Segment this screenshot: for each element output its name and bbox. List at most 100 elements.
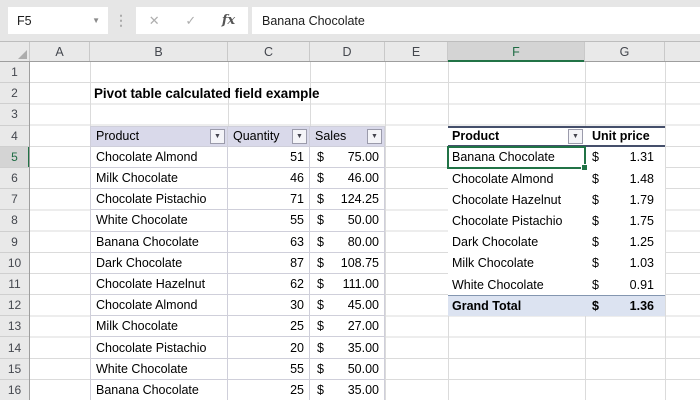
row-header-16[interactable]: 16 [0,380,29,400]
pivot-row: Chocolate Hazelnut $1.79 [448,189,665,211]
product-filter-button[interactable]: ▼ [210,128,225,144]
quantity-cell[interactable]: 55 [228,210,310,232]
row-header-8[interactable]: 8 [0,210,29,232]
product-cell[interactable]: White Chocolate [90,358,228,380]
sales-cell[interactable]: $50.00 [310,358,385,380]
selected-cell-outline[interactable] [447,146,588,171]
product-cell[interactable]: Chocolate Hazelnut [90,273,228,296]
quantity-cell[interactable]: 30 [228,295,310,317]
sales-cell[interactable]: $80.00 [310,231,385,253]
row-header-11[interactable]: 11 [0,274,29,296]
pivot-product-cell[interactable]: Chocolate Almond [448,168,585,189]
pivot-product-cell[interactable]: Dark Chocolate [448,232,585,253]
quantity-cell[interactable]: 25 [228,379,310,400]
quantity-cell[interactable]: 20 [228,337,310,359]
row-header-1[interactable]: 1 [0,62,29,84]
insert-function-icon[interactable]: fx [222,13,235,28]
source-header-label: Quantity [233,129,280,144]
pivot-price-cell[interactable]: $1.48 [585,168,665,189]
sales-value: 45.00 [347,298,379,313]
row-header-6[interactable]: 6 [0,168,29,190]
quantity-cell[interactable]: 46 [228,167,310,190]
row-header-15[interactable]: 15 [0,359,29,380]
product-cell[interactable]: Milk Chocolate [90,316,228,338]
pivot-header-product[interactable]: Product ▼ [448,128,585,145]
sales-cell[interactable]: $75.00 [310,146,385,168]
sales-cell[interactable]: $27.00 [310,316,385,338]
source-header-quantity[interactable]: Quantity ▼ [228,125,310,147]
enter-icon[interactable]: ✓ [185,13,196,29]
table-row: Milk Chocolate 46 $46.00 [90,167,385,190]
grand-total-label-cell[interactable]: Grand Total [448,296,585,316]
currency-symbol: $ [592,299,599,314]
product-cell[interactable]: Banana Chocolate [90,231,228,253]
row-header-10[interactable]: 10 [0,253,29,274]
sales-cell[interactable]: $45.00 [310,295,385,317]
sales-filter-button[interactable]: ▼ [367,128,382,144]
sales-cell[interactable]: $35.00 [310,379,385,400]
row-header-2[interactable]: 2 [0,83,29,105]
sales-cell[interactable]: $108.75 [310,252,385,274]
sales-cell[interactable]: $46.00 [310,167,385,190]
sales-cell[interactable]: $50.00 [310,210,385,232]
pivot-price-cell[interactable]: $1.75 [585,210,665,231]
product-cell[interactable]: Chocolate Pistachio [90,189,228,211]
pivot-price-cell[interactable]: $0.91 [585,274,665,295]
column-header-C[interactable]: C [228,42,310,61]
column-header-D[interactable]: D [310,42,385,61]
row-header-14[interactable]: 14 [0,337,29,359]
row-header-3[interactable]: 3 [0,104,29,126]
column-header-A[interactable]: A [30,42,90,61]
row-header-4[interactable]: 4 [0,126,29,147]
quantity-cell[interactable]: 71 [228,189,310,211]
unit-price-value: 1.25 [629,235,654,250]
row-header-7[interactable]: 7 [0,189,29,211]
source-header-product[interactable]: Product ▼ [90,125,228,147]
quantity-cell[interactable]: 87 [228,252,310,274]
pivot-product-filter-button[interactable]: ▼ [568,128,583,144]
product-cell[interactable]: Banana Chocolate [90,379,228,400]
quantity-filter-button[interactable]: ▼ [292,128,307,144]
pivot-price-cell[interactable]: $1.79 [585,189,665,210]
row-header-13[interactable]: 13 [0,316,29,338]
pivot-product-cell[interactable]: Chocolate Pistachio [448,210,585,231]
pivot-product-cell[interactable]: Chocolate Hazelnut [448,189,585,210]
column-header-E[interactable]: E [385,42,448,61]
product-cell[interactable]: Chocolate Almond [90,146,228,168]
sales-cell[interactable]: $111.00 [310,273,385,296]
cancel-icon[interactable]: ✕ [149,13,160,29]
column-header-F[interactable]: F [448,42,585,62]
title-cell[interactable]: Pivot table calculated field example [94,83,320,104]
row-header-9[interactable]: 9 [0,232,29,253]
pivot-product-cell[interactable]: White Chocolate [448,274,585,295]
quantity-cell[interactable]: 63 [228,231,310,253]
product-cell[interactable]: White Chocolate [90,210,228,232]
product-cell[interactable]: Milk Chocolate [90,167,228,190]
quantity-cell[interactable]: 51 [228,146,310,168]
quantity-cell[interactable]: 62 [228,273,310,296]
pivot-price-cell[interactable]: $1.03 [585,253,665,274]
source-header-sales[interactable]: Sales ▼ [310,125,385,147]
row-header-12[interactable]: 12 [0,295,29,317]
quantity-cell[interactable]: 25 [228,316,310,338]
column-header-B[interactable]: B [90,42,228,61]
chevron-down-icon[interactable]: ▼ [92,16,108,25]
pivot-price-cell[interactable]: $1.25 [585,232,665,253]
column-header-G[interactable]: G [585,42,665,61]
fill-handle[interactable] [581,164,588,171]
quantity-cell[interactable]: 55 [228,358,310,380]
sales-cell[interactable]: $124.25 [310,189,385,211]
product-cell[interactable]: Chocolate Pistachio [90,337,228,359]
select-all-corner[interactable] [0,42,30,61]
pivot-product-cell[interactable]: Milk Chocolate [448,253,585,274]
sales-cell[interactable]: $35.00 [310,337,385,359]
pivot-header-unit-price[interactable]: Unit price [585,128,665,145]
pivot-price-cell[interactable]: $1.31 [585,147,665,168]
name-box[interactable]: F5 ▼ [8,7,108,34]
pivot-row: Milk Chocolate $1.03 [448,252,665,274]
product-cell[interactable]: Chocolate Almond [90,295,228,317]
formula-input[interactable]: Banana Chocolate [252,7,700,34]
grand-total-price-cell[interactable]: $1.36 [585,296,665,316]
row-header-5[interactable]: 5 [0,146,29,168]
product-cell[interactable]: Dark Chocolate [90,252,228,274]
